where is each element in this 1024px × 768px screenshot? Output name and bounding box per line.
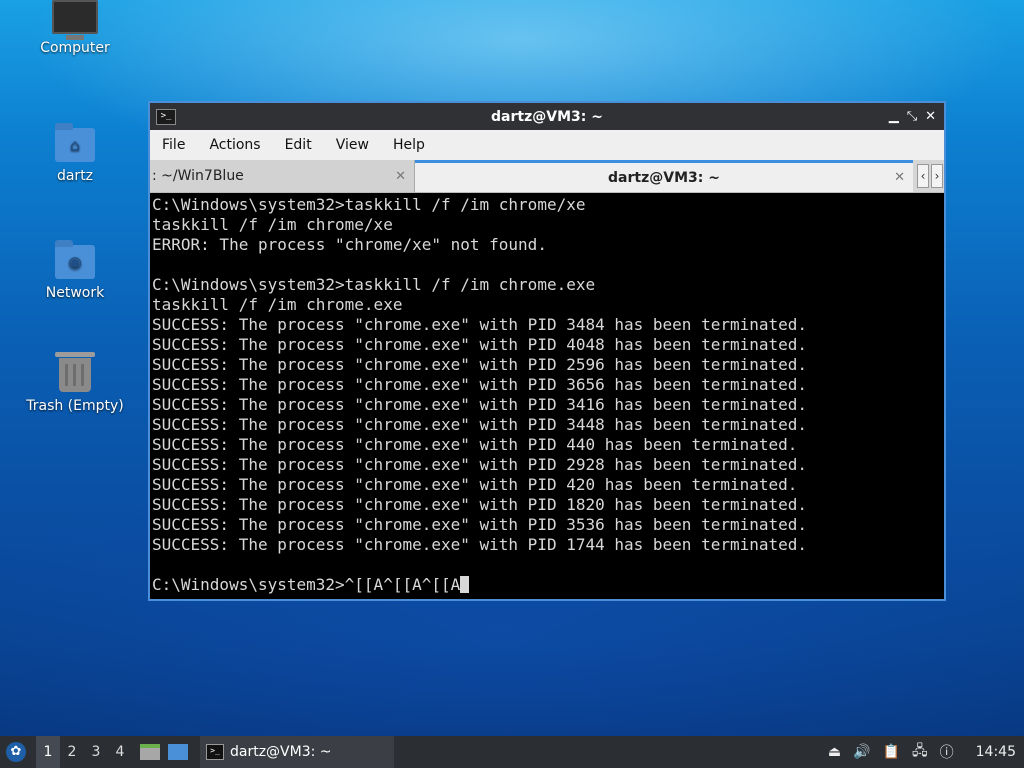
tab-label: : ~/Win7Blue — [152, 168, 244, 184]
taskbar-task-terminal[interactable]: >_ dartz@VM3: ~ — [200, 736, 394, 768]
close-icon[interactable]: ✕ — [925, 109, 936, 124]
workspace-1[interactable]: 1 — [36, 736, 60, 768]
terminal-line: SUCCESS: The process "chrome.exe" with P… — [152, 335, 808, 354]
terminal-line: SUCCESS: The process "chrome.exe" with P… — [152, 475, 798, 494]
terminal-prompt-line: C:\Windows\system32>^[[A^[[A^[[A — [152, 575, 942, 595]
desktop-icon-network[interactable]: ◉ Network — [20, 240, 130, 301]
terminal-line: SUCCESS: The process "chrome.exe" with P… — [152, 395, 808, 414]
terminal-line: taskkill /f /im chrome.exe — [152, 295, 403, 314]
network-icon[interactable]: 🖧 — [912, 740, 928, 764]
desktop-icon-home[interactable]: ⌂ dartz — [20, 123, 130, 184]
task-label: dartz@VM3: ~ — [230, 744, 332, 760]
computer-icon — [52, 0, 98, 40]
desktop-icon-label: Trash (Empty) — [26, 398, 124, 414]
taskbar: ✿ 1 2 3 4 >_ dartz@VM3: ~ ⏏ 🔊 📋 🖧 ⓘ 14:4… — [0, 736, 1024, 768]
terminal-line: SUCCESS: The process "chrome.exe" with P… — [152, 415, 808, 434]
menu-file[interactable]: File — [150, 137, 197, 153]
terminal-output[interactable]: C:\Windows\system32>taskkill /f /im chro… — [150, 193, 944, 595]
workspace-4[interactable]: 4 — [108, 744, 132, 760]
close-icon[interactable]: ✕ — [894, 170, 905, 185]
terminal-line: SUCCESS: The process "chrome.exe" with P… — [152, 375, 808, 394]
terminal-line: SUCCESS: The process "chrome.exe" with P… — [152, 355, 808, 374]
tab-win7blue[interactable]: : ~/Win7Blue ✕ — [150, 160, 415, 192]
desktop-icon-label: Computer — [40, 40, 110, 56]
terminal-line: C:\Windows\system32>taskkill /f /im chro… — [152, 275, 596, 294]
window-title: dartz@VM3: ~ — [491, 108, 603, 125]
terminal-window[interactable]: >_ dartz@VM3: ~ ▁ ⤡ ✕ File Actions Edit … — [148, 101, 946, 601]
terminal-line: SUCCESS: The process "chrome.exe" with P… — [152, 435, 798, 454]
menu-help[interactable]: Help — [381, 137, 437, 153]
window-controls: ▁ ⤡ ✕ — [889, 109, 936, 124]
terminal-line: ERROR: The process "chrome/xe" not found… — [152, 235, 547, 254]
close-icon[interactable]: ✕ — [395, 169, 406, 184]
minimize-icon[interactable]: ▁ — [889, 109, 899, 124]
show-desktop-icon[interactable] — [168, 744, 188, 760]
start-menu-icon[interactable]: ✿ — [6, 742, 26, 762]
system-tray: ⏏ 🔊 📋 🖧 ⓘ 14:45 — [828, 740, 1016, 764]
menu-edit[interactable]: Edit — [273, 137, 324, 153]
chevron-left-icon[interactable]: ‹ — [917, 164, 929, 188]
restore-icon[interactable]: ⤡ — [907, 109, 917, 124]
desktop-icon-label: dartz — [56, 168, 94, 184]
chevron-right-icon[interactable]: › — [931, 164, 943, 188]
desktop-icon-trash[interactable]: Trash (Empty) — [20, 352, 130, 414]
eject-icon[interactable]: ⏏ — [828, 744, 841, 760]
trash-icon — [55, 352, 95, 392]
workspace-3[interactable]: 3 — [84, 744, 108, 760]
terminal-line: SUCCESS: The process "chrome.exe" with P… — [152, 315, 808, 334]
clock[interactable]: 14:45 — [976, 744, 1016, 760]
update-notifier-icon[interactable]: ⓘ — [940, 742, 954, 762]
terminal-line: taskkill /f /im chrome/xe — [152, 215, 393, 234]
desktop-icon-label: Network — [45, 285, 105, 301]
terminal-line: SUCCESS: The process "chrome.exe" with P… — [152, 495, 808, 514]
desktop-icon-computer[interactable]: Computer — [20, 0, 130, 56]
clipboard-icon[interactable]: 📋 — [883, 744, 900, 760]
terminal-icon: >_ — [206, 744, 224, 760]
file-manager-icon[interactable] — [140, 744, 160, 760]
terminal-line: SUCCESS: The process "chrome.exe" with P… — [152, 515, 808, 534]
menubar: File Actions Edit View Help — [150, 130, 944, 160]
home-folder-icon: ⌂ — [55, 123, 95, 162]
tab-label: dartz@VM3: ~ — [608, 169, 720, 186]
workspace-2[interactable]: 2 — [60, 744, 84, 760]
tab-dartz-vm3[interactable]: dartz@VM3: ~ ✕ — [415, 160, 913, 192]
volume-icon[interactable]: 🔊 — [853, 744, 870, 760]
tab-bar: : ~/Win7Blue ✕ dartz@VM3: ~ ✕ ‹ › — [150, 160, 944, 193]
text-cursor — [460, 576, 470, 593]
menu-actions[interactable]: Actions — [197, 137, 272, 153]
terminal-line: SUCCESS: The process "chrome.exe" with P… — [152, 455, 808, 474]
terminal-prompt: C:\Windows\system32>^[[A^[[A^[[A — [152, 575, 461, 594]
menu-view[interactable]: View — [324, 137, 381, 153]
terminal-line: SUCCESS: The process "chrome.exe" with P… — [152, 535, 808, 554]
terminal-line: C:\Windows\system32>taskkill /f /im chro… — [152, 195, 586, 214]
window-titlebar[interactable]: >_ dartz@VM3: ~ ▁ ⤡ ✕ — [150, 103, 944, 130]
network-folder-icon: ◉ — [55, 240, 95, 279]
tab-scroll-buttons: ‹ › — [913, 160, 943, 192]
